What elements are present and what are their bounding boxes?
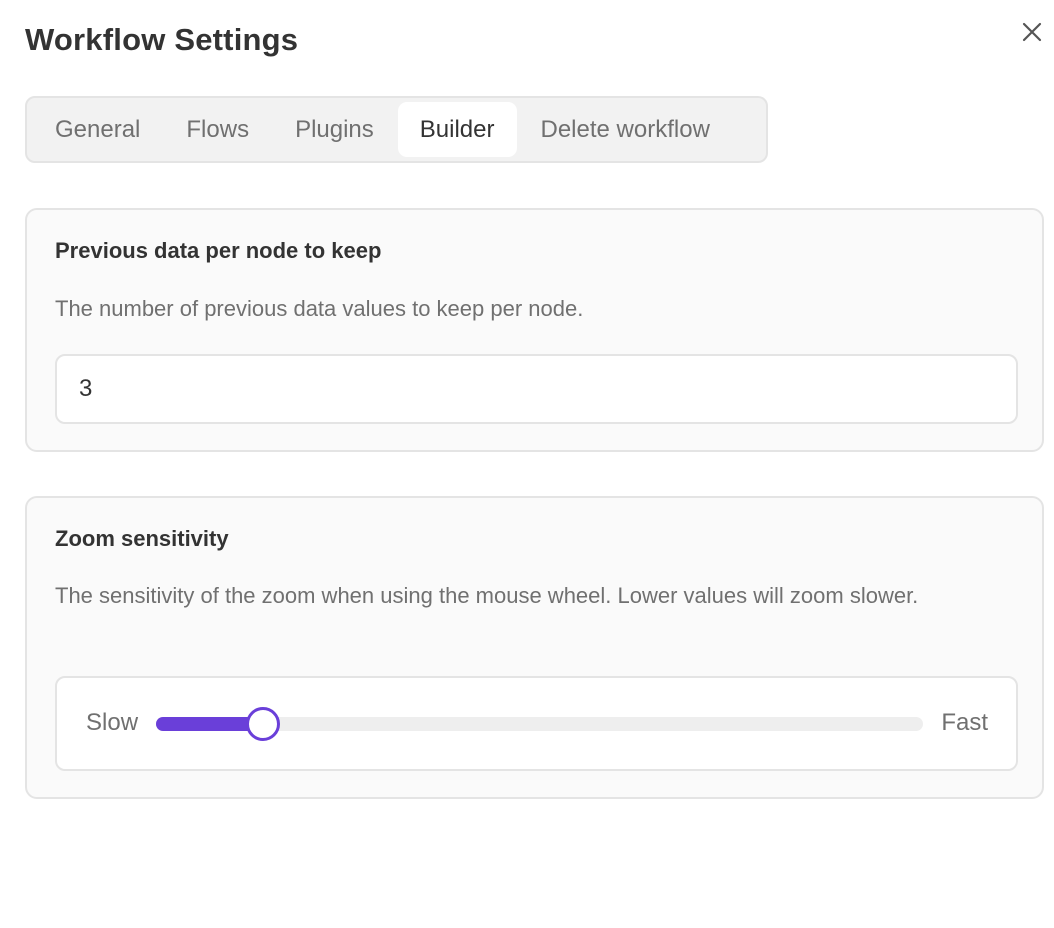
tab-general[interactable]: General — [33, 102, 162, 157]
history-setting-description: The number of previous data values to ke… — [55, 296, 584, 321]
history-setting-heading: Previous data per node to keep — [55, 238, 382, 263]
slider-min-label: Slow — [86, 709, 139, 736]
zoom-setting-description: The sensitivity of the zoom when using t… — [55, 583, 919, 608]
zoom-slider-thumb[interactable] — [246, 707, 281, 741]
dialog-title: Workflow Settings — [25, 22, 299, 57]
close-icon — [1022, 22, 1042, 42]
zoom-slider-track[interactable] — [156, 707, 923, 741]
zoom-slider-container: Slow Fast — [55, 676, 1018, 771]
settings-tabs: General Flows Plugins Builder Delete wor… — [25, 96, 768, 163]
zoom-setting-heading: Zoom sensitivity — [55, 526, 229, 551]
history-setting-card: Previous data per node to keep The numbe… — [25, 208, 1044, 452]
slider-max-label: Fast — [941, 709, 988, 736]
tab-delete-workflow[interactable]: Delete workflow — [519, 102, 732, 157]
tab-plugins[interactable]: Plugins — [273, 102, 396, 157]
zoom-setting-card: Zoom sensitivity The sensitivity of the … — [25, 496, 1044, 799]
tab-builder[interactable]: Builder — [397, 102, 517, 157]
workflow-settings-dialog: Workflow Settings General Flows Plugins … — [0, 0, 1054, 928]
history-count-input[interactable] — [55, 354, 1018, 424]
tab-flows[interactable]: Flows — [164, 102, 271, 157]
close-button[interactable] — [1014, 14, 1050, 50]
